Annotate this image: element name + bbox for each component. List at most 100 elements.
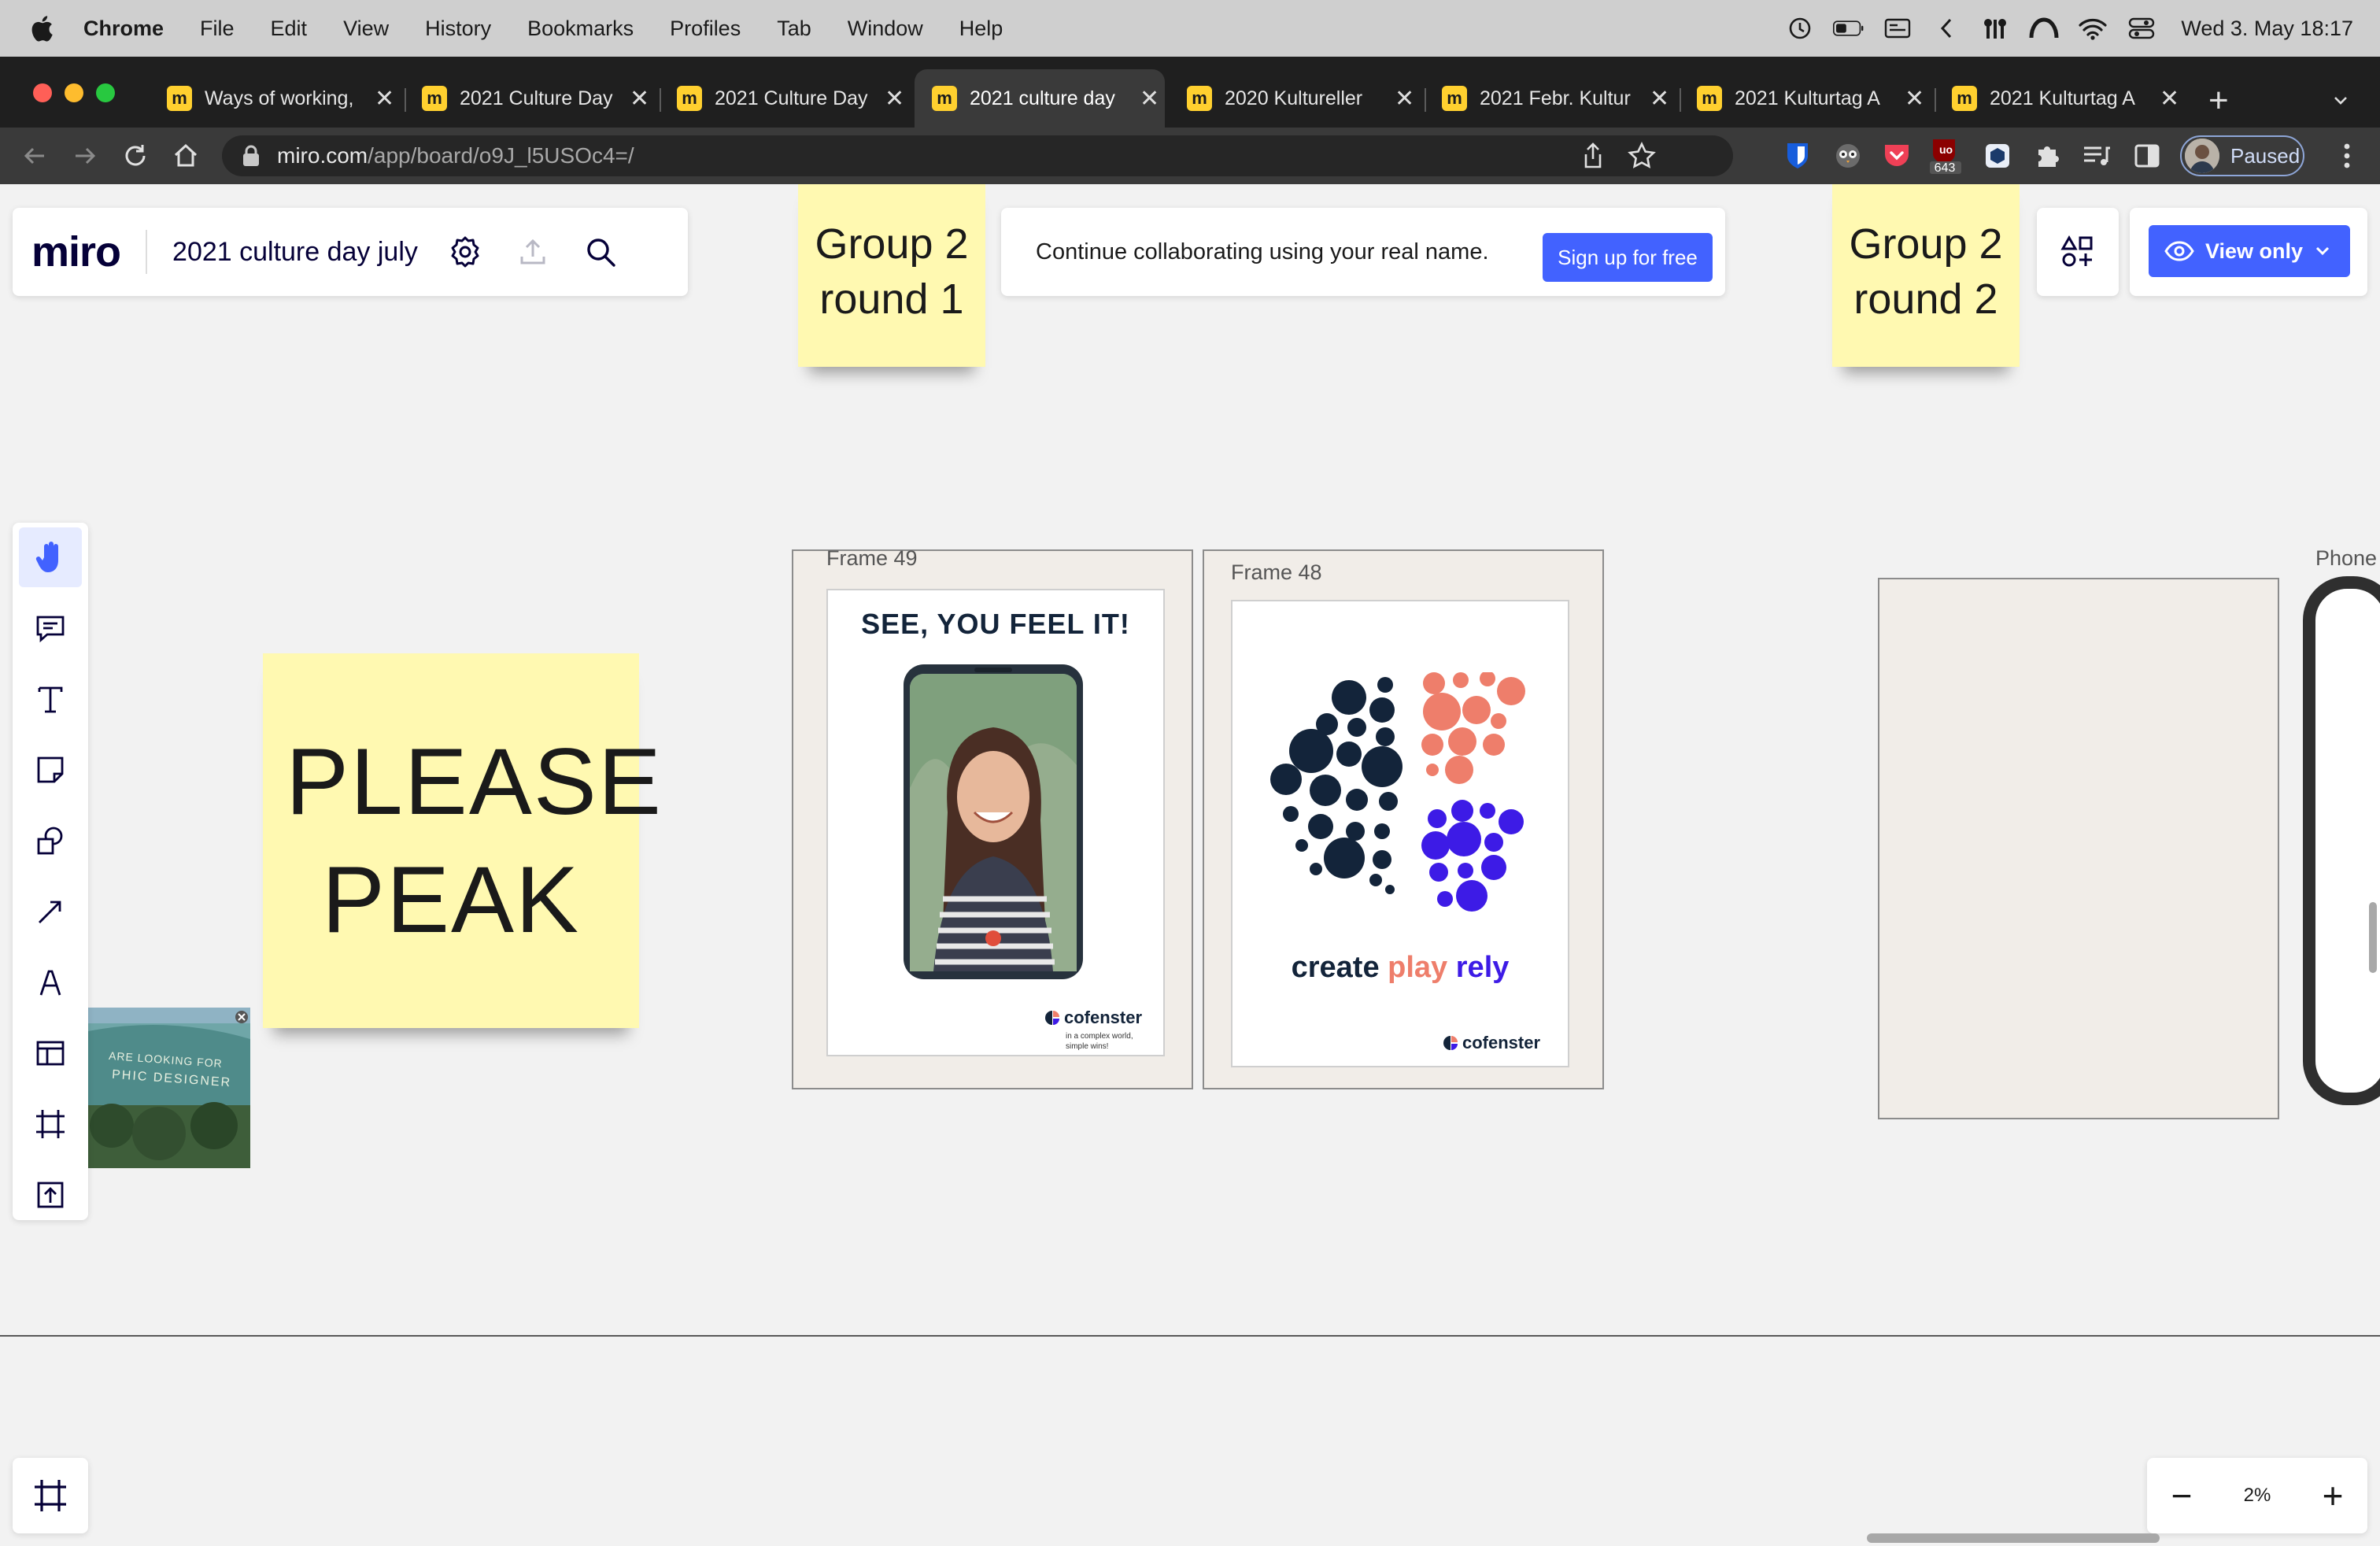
- home-icon[interactable]: [170, 140, 201, 172]
- sticky-note-group2-round1[interactable]: Group 2 round 1: [798, 184, 985, 367]
- window-close-button[interactable]: [33, 83, 52, 102]
- horizontal-scrollbar[interactable]: [1867, 1533, 2160, 1543]
- address-bar[interactable]: miro.com/app/board/o9J_l5USOc4=/: [222, 135, 1733, 176]
- apple-icon[interactable]: [30, 15, 54, 42]
- frame-49[interactable]: SEE, YOU FEEL IT! cofenster in a complex: [792, 549, 1193, 1089]
- left-toolbar: [13, 523, 88, 1220]
- reload-icon[interactable]: [120, 140, 151, 172]
- new-tab-plus-icon[interactable]: +: [2208, 83, 2229, 118]
- sticky-note-tool-icon[interactable]: [19, 740, 82, 800]
- hand-tool-icon[interactable]: [19, 527, 82, 587]
- vpn-arc-icon[interactable]: [2028, 13, 2060, 44]
- apps-button[interactable]: [2037, 208, 2119, 296]
- connection-line-tool-icon[interactable]: [19, 882, 82, 941]
- frames-panel-button[interactable]: [13, 1458, 88, 1533]
- empty-frame[interactable]: [1878, 578, 2279, 1119]
- frame-tool-icon[interactable]: [19, 1094, 82, 1154]
- wifi-icon[interactable]: [2077, 13, 2108, 44]
- tab-close-icon[interactable]: ✕: [1905, 85, 1924, 113]
- tab-close-icon[interactable]: ✕: [885, 85, 904, 113]
- extensions-puzzle-icon[interactable]: [2031, 139, 2065, 173]
- upload-tool-icon[interactable]: [19, 1165, 82, 1225]
- menu-file[interactable]: File: [200, 17, 235, 41]
- browser-tab[interactable]: m 2021 Febr. Kultur ✕: [1425, 69, 1675, 128]
- menu-edit[interactable]: Edit: [271, 17, 308, 41]
- tab-close-icon[interactable]: ✕: [1140, 85, 1159, 113]
- menu-tab[interactable]: Tab: [777, 17, 811, 41]
- menu-view[interactable]: View: [343, 17, 389, 41]
- zoom-level[interactable]: 2%: [2244, 1485, 2271, 1507]
- profile-button[interactable]: Paused: [2180, 135, 2304, 176]
- templates-tool-icon[interactable]: [19, 1023, 82, 1083]
- board-title[interactable]: 2021 culture day july: [172, 237, 418, 268]
- battery-icon[interactable]: [1833, 13, 1864, 44]
- menu-bookmarks[interactable]: Bookmarks: [527, 17, 634, 41]
- miro-logo[interactable]: miro: [31, 227, 121, 276]
- board-image-building[interactable]: ARE LOOKING FOR PHIC DESIGNER: [88, 1008, 250, 1168]
- comment-tool-icon[interactable]: [19, 598, 82, 658]
- back-arrow-icon[interactable]: [19, 140, 50, 172]
- menubar-clock[interactable]: Wed 3. May 18:17: [2181, 17, 2353, 41]
- frame-48-label[interactable]: Frame 48: [1231, 560, 1322, 585]
- tab-close-icon[interactable]: ✕: [1395, 85, 1414, 113]
- search-icon[interactable]: [582, 233, 619, 271]
- text-tool-icon[interactable]: [19, 669, 82, 729]
- chrome-menu-icon[interactable]: [2331, 140, 2363, 172]
- media-control-icon[interactable]: [2079, 139, 2114, 173]
- tab-close-icon[interactable]: ✕: [375, 85, 394, 113]
- sign-up-button[interactable]: Sign up for free: [1543, 233, 1713, 282]
- frame-48[interactable]: create play rely cofenster: [1203, 549, 1604, 1089]
- miro-board-canvas[interactable]: Group 2 round 1 Group 2 round 2 PLEASE P…: [0, 184, 2380, 1546]
- view-only-button[interactable]: View only: [2149, 225, 2350, 277]
- bookmark-star-icon[interactable]: [1628, 141, 1656, 174]
- forward-arrow-icon[interactable]: [69, 140, 101, 172]
- window-minimize-button[interactable]: [65, 83, 83, 102]
- url-path: /app/board/o9J_l5USOc4=/: [368, 143, 634, 168]
- sticky-note-please-peak[interactable]: PLEASE PEAK: [263, 653, 661, 1028]
- phone-frame-label[interactable]: Phone: [2315, 546, 2377, 571]
- browser-tab[interactable]: m 2021 Culture Day ✕: [660, 69, 910, 128]
- menu-profiles[interactable]: Profiles: [670, 17, 741, 41]
- controls-icon[interactable]: [1979, 13, 2011, 44]
- poster-create-play-rely[interactable]: create play rely cofenster: [1231, 600, 1569, 1067]
- side-panel-icon[interactable]: [2130, 139, 2164, 173]
- shapes-tool-icon[interactable]: [19, 811, 82, 871]
- poster-see-you-feel-it[interactable]: SEE, YOU FEEL IT! cofenster in a complex: [826, 589, 1165, 1056]
- browser-tab[interactable]: m 2021 Kulturtag A ✕: [1935, 69, 2185, 128]
- pocket-icon[interactable]: [1879, 139, 1914, 173]
- sticky-note-group2-round2[interactable]: Group 2 round 2: [1832, 184, 2020, 367]
- tab-close-icon[interactable]: ✕: [630, 85, 649, 113]
- time-machine-icon[interactable]: [1784, 13, 1816, 44]
- window-zoom-button[interactable]: [96, 83, 115, 102]
- pen-tool-icon[interactable]: [19, 952, 82, 1012]
- extension-owl-icon[interactable]: [1831, 139, 1865, 173]
- tab-close-icon[interactable]: ✕: [1650, 85, 1669, 113]
- menu-window[interactable]: Window: [848, 17, 923, 41]
- browser-tab[interactable]: m 2021 Culture Day ✕: [405, 69, 655, 128]
- share-icon[interactable]: [1580, 142, 1606, 174]
- lock-icon[interactable]: [241, 144, 261, 168]
- extension-cube-icon[interactable]: [1980, 139, 2015, 173]
- settings-gear-icon[interactable]: [446, 233, 484, 271]
- menu-help[interactable]: Help: [959, 17, 1003, 41]
- frame-49-label[interactable]: Frame 49: [826, 546, 918, 571]
- chevron-left-icon[interactable]: [1931, 13, 1962, 44]
- display-icon[interactable]: [1882, 13, 1913, 44]
- browser-tab[interactable]: m Ways of working, ✕: [150, 69, 400, 128]
- export-upload-icon[interactable]: [514, 233, 552, 271]
- tab-search-chevron-icon[interactable]: [2333, 93, 2349, 109]
- browser-tab[interactable]: m 2021 Kulturtag A ✕: [1680, 69, 1930, 128]
- zoom-out-minus-icon[interactable]: −: [2166, 1478, 2197, 1514]
- phone-frame[interactable]: [2303, 576, 2380, 1105]
- word-play: play: [1388, 951, 1448, 984]
- zoom-in-plus-icon[interactable]: +: [2317, 1478, 2349, 1514]
- control-center-icon[interactable]: [2126, 13, 2157, 44]
- dots-illustration: [1270, 672, 1525, 912]
- vertical-scrollbar[interactable]: [2369, 902, 2377, 973]
- browser-tab-active[interactable]: m 2021 culture day ✕: [915, 69, 1165, 128]
- browser-tab[interactable]: m 2020 Kultureller ✕: [1170, 69, 1420, 128]
- menu-history[interactable]: History: [425, 17, 491, 41]
- tab-close-icon[interactable]: ✕: [2160, 85, 2179, 113]
- bitwarden-shield-icon[interactable]: [1780, 139, 1815, 173]
- app-menu-chrome[interactable]: Chrome: [83, 17, 164, 41]
